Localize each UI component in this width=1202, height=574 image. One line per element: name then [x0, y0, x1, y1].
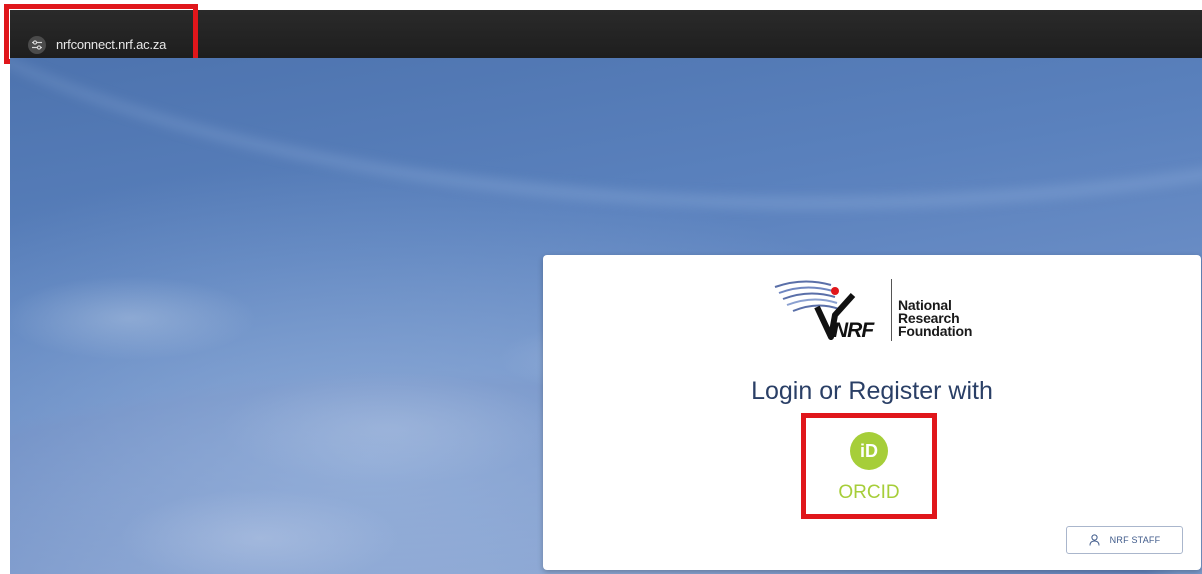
user-icon	[1089, 534, 1100, 546]
nrf-abbreviation: NRF	[833, 319, 874, 342]
login-card: NRF National Research Foundation Login o…	[543, 255, 1201, 570]
logo-divider	[891, 279, 892, 341]
orcid-login-button[interactable]: iD ORCID	[801, 413, 937, 519]
logo-word-foundation: Foundation	[898, 323, 973, 339]
url-highlight-box	[4, 4, 198, 64]
logo-words: National Research Foundation	[898, 298, 973, 339]
login-heading: Login or Register with	[751, 377, 993, 405]
orcid-label: ORCID	[838, 482, 900, 503]
nrf-staff-button[interactable]: NRF STAFF	[1066, 526, 1183, 554]
orcid-icon-text: iD	[860, 440, 878, 461]
orcid-icon: iD	[850, 432, 888, 470]
nrf-staff-label: NRF STAFF	[1109, 535, 1161, 545]
nrf-logo: NRF National Research Foundation	[773, 275, 973, 345]
